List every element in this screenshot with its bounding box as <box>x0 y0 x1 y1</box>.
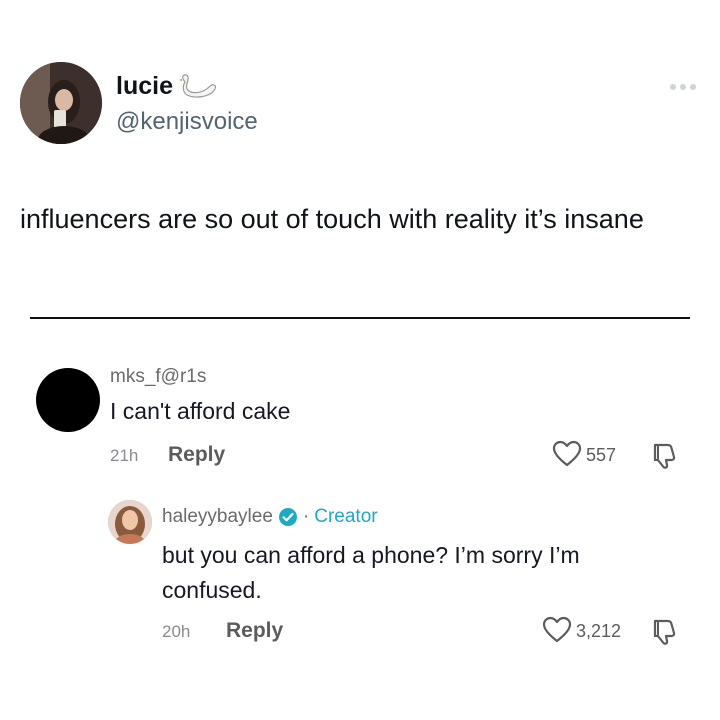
reply-button[interactable]: Reply <box>168 443 225 467</box>
comment-text: but you can afford a phone? I’m sorry I’… <box>162 542 580 603</box>
like-count: 557 <box>586 445 617 465</box>
heart-icon[interactable] <box>542 616 572 644</box>
like-count: 3,212 <box>576 621 622 641</box>
creator-avatar[interactable] <box>108 500 152 544</box>
author-handle[interactable]: @kenjisvoice <box>116 108 258 136</box>
commenter-avatar[interactable] <box>36 368 100 432</box>
author-display-name[interactable]: lucie <box>116 72 219 101</box>
comment-username[interactable]: haleyybaylee <box>162 506 273 528</box>
swan-icon <box>178 73 219 101</box>
dislike-icon[interactable] <box>648 616 680 648</box>
more-options-icon[interactable] <box>666 80 700 94</box>
verified-badge-icon <box>278 507 298 527</box>
divider <box>30 317 690 319</box>
tweet-text: influencers are so out of touch with rea… <box>20 204 644 234</box>
separator-dot: · <box>302 506 310 527</box>
comment-timestamp: 20h <box>162 622 191 641</box>
author-avatar[interactable] <box>20 62 102 144</box>
comment-text: I can't afford cake <box>110 398 291 424</box>
dislike-icon[interactable] <box>648 440 680 472</box>
reply-button[interactable]: Reply <box>226 619 283 643</box>
comment-username[interactable]: mks_f@r1s <box>110 366 206 388</box>
display-name-text: lucie <box>116 72 173 100</box>
creator-badge: Creator <box>314 506 378 527</box>
reply-user-line: haleyybaylee · Creator <box>162 506 378 528</box>
heart-icon[interactable] <box>552 440 582 468</box>
comment-timestamp: 21h <box>110 446 139 465</box>
